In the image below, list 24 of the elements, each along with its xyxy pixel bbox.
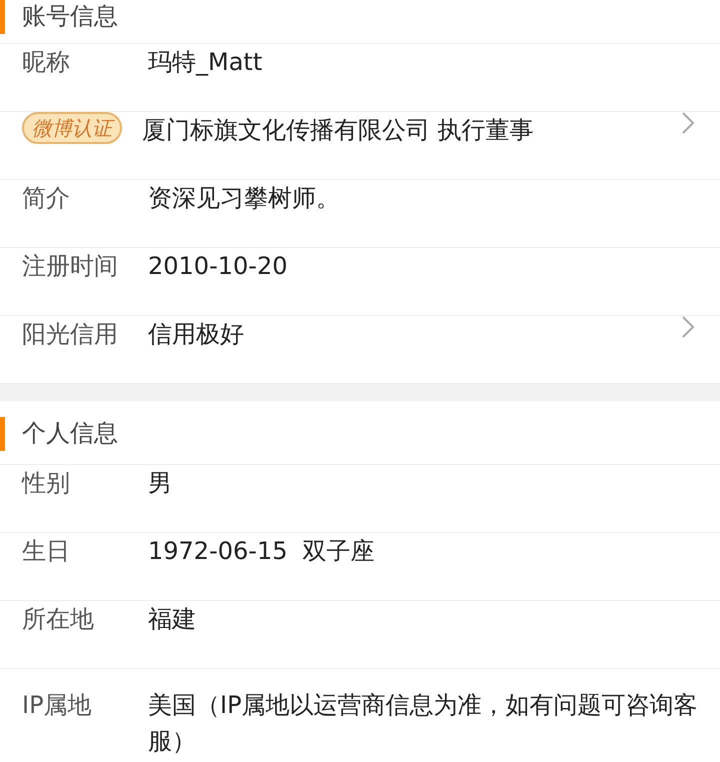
row-value: 美国（IP属地以运营商信息为准，如有问题可咨询客服） <box>148 690 698 757</box>
row-value: 福建 <box>148 604 197 635</box>
verification-badge: 微博认证 <box>22 112 122 144</box>
section-title: 个人信息 <box>22 418 118 448</box>
section-title: 账号信息 <box>22 1 118 32</box>
row-label: 注册时间 <box>22 251 119 282</box>
row-value: 信用极好 <box>148 319 245 350</box>
chevron-right-icon[interactable] <box>682 112 694 134</box>
accent-bar <box>0 0 5 34</box>
row-value: 男 <box>148 468 173 499</box>
row-value: 资深见习攀树师。 <box>148 183 341 214</box>
row-label: 阳光信用 <box>22 319 119 350</box>
accent-bar <box>0 417 5 451</box>
row-label: 性别 <box>22 468 71 499</box>
chevron-right-icon[interactable] <box>682 316 694 338</box>
row-label: 生日 <box>22 536 71 567</box>
row-label: 所在地 <box>22 604 95 635</box>
row-label: 简介 <box>22 183 71 214</box>
row-value: 玛特_Matt <box>148 47 264 78</box>
row-value: 1972-06-15 双子座 <box>148 536 376 567</box>
row-value: 厦门标旗文化传播有限公司 执行董事 <box>142 115 535 146</box>
row-label: IP属地 <box>22 690 93 721</box>
row-value: 2010-10-20 <box>148 251 288 282</box>
row-label: 昵称 <box>22 47 71 78</box>
